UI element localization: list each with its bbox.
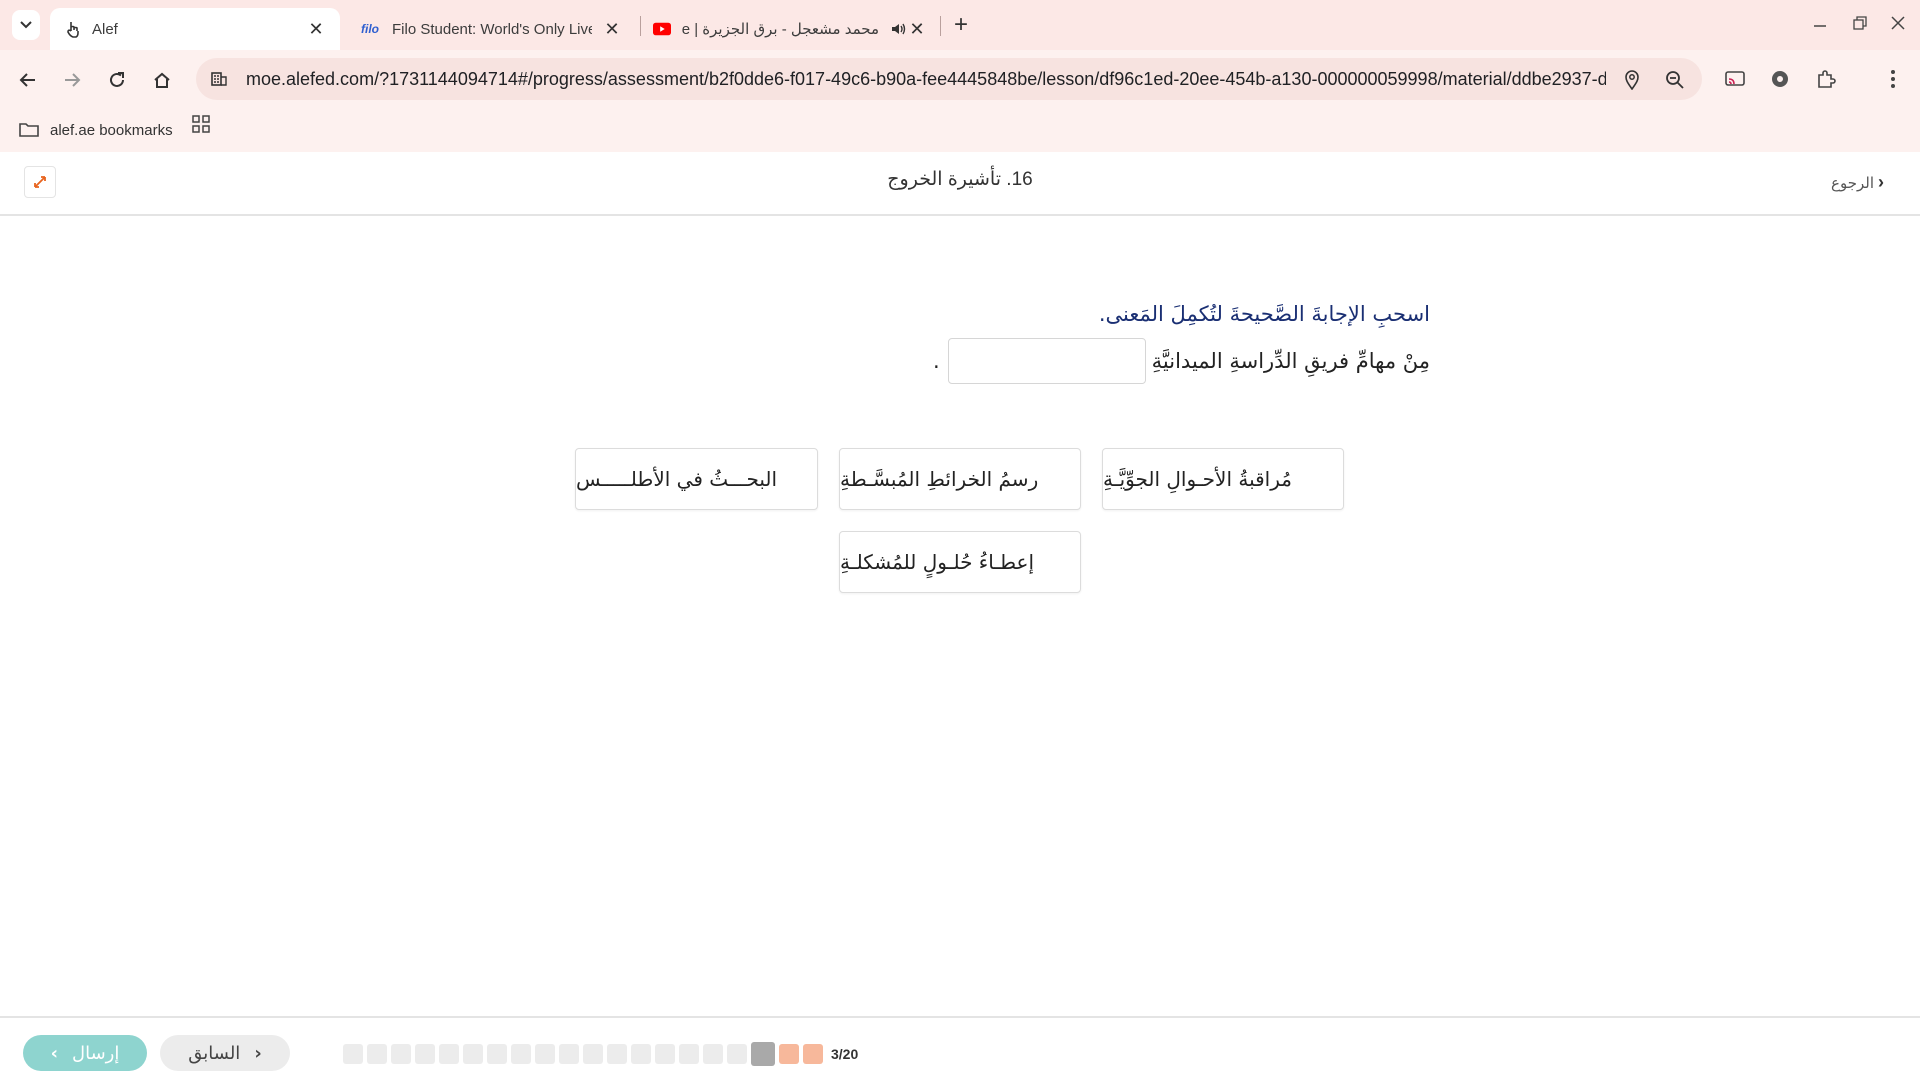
tab-title: Alef — [92, 20, 118, 38]
progress-step-16[interactable] — [439, 1044, 459, 1064]
back-arrow-icon[interactable] — [12, 64, 44, 96]
restore-icon[interactable] — [1840, 8, 1880, 38]
previous-button[interactable]: السابق › — [160, 1035, 290, 1071]
question-instruction: اسحبِ الإجابةَ الصَّحيحةَ لتُكمِلَ المَع… — [1098, 302, 1430, 326]
question-sentence: مِنْ مهامِّ فريقِ الدِّراسةِ الميدانيَّة… — [933, 338, 1430, 384]
tab-separator — [940, 16, 941, 36]
close-icon[interactable]: ✕ — [907, 19, 927, 39]
progress-step-17[interactable] — [415, 1044, 435, 1064]
progress-step-7[interactable] — [655, 1044, 675, 1064]
folder-icon — [19, 123, 39, 137]
progress-step-2[interactable] — [779, 1044, 799, 1064]
chevron-down-icon — [20, 21, 32, 29]
progress-step-11[interactable] — [559, 1044, 579, 1064]
progress-step-8[interactable] — [631, 1044, 651, 1064]
apps-grid-icon[interactable] — [191, 114, 215, 138]
home-icon[interactable] — [146, 64, 178, 96]
prev-label: السابق — [188, 1042, 241, 1064]
tab-alef[interactable]: Alef ✕ — [50, 8, 340, 50]
progress-count: 3/20 — [831, 1046, 859, 1062]
site-info-icon[interactable] — [208, 68, 230, 90]
progress-step-1[interactable] — [803, 1044, 823, 1064]
extensions-icon[interactable] — [1813, 66, 1839, 92]
progress-step-14[interactable] — [487, 1044, 507, 1064]
location-pin-icon[interactable] — [1620, 68, 1644, 92]
progress-step-18[interactable] — [391, 1044, 411, 1064]
answer-option[interactable]: مُراقبةُ الأحـوالِ الجوِّيَّـةِ — [1102, 448, 1344, 510]
bookmark-label: alef.ae bookmarks — [50, 121, 173, 139]
answer-drop-zone[interactable] — [947, 338, 1146, 384]
answer-option[interactable]: إعطـاءُ حُلـولٍ للمُشكلـةِ — [839, 531, 1081, 593]
reload-icon[interactable] — [101, 64, 133, 96]
submit-label: إرسال — [72, 1042, 120, 1064]
touch-icon — [64, 20, 82, 38]
tab-filo[interactable]: filo Filo Student: World's Only Live I ✕ — [350, 8, 630, 50]
progress-step-5[interactable] — [703, 1044, 723, 1064]
browser-toolbar: moe.alefed.com/?1731144094714#/progress/… — [0, 50, 1920, 108]
progress-step-12[interactable] — [535, 1044, 555, 1064]
tab-title: Filo Student: World's Only Live I — [392, 20, 592, 38]
progress-step-6[interactable] — [679, 1044, 699, 1064]
question-progress: 3/20 — [343, 1042, 859, 1066]
tab-strip: Alef ✕ filo Filo Student: World's Only L… — [0, 0, 1920, 50]
minimize-icon[interactable] — [1800, 8, 1840, 38]
answer-option[interactable]: البحـــثُ في الأطلـــــس — [575, 448, 818, 510]
progress-step-10[interactable] — [583, 1044, 603, 1064]
progress-step-15[interactable] — [463, 1044, 483, 1064]
chevron-left-icon: ‹ — [1878, 172, 1884, 192]
sentence-end: . — [932, 349, 940, 373]
bookmark-folder[interactable]: alef.ae bookmarks — [18, 116, 173, 144]
close-icon[interactable]: ✕ — [602, 19, 622, 39]
cast-icon[interactable] — [1722, 66, 1748, 92]
chevron-left-icon: ‹ — [50, 1042, 59, 1064]
back-label: الرجوع — [1831, 174, 1874, 192]
filo-icon: filo — [361, 22, 379, 36]
lesson-page: 16. تأشيرة الخروج ‹ الرجوع اسحبِ الإجابة… — [0, 152, 1920, 1080]
submit-button[interactable]: ‹ إرسال — [23, 1035, 147, 1071]
youtube-icon — [653, 20, 671, 38]
sentence-text: مِنْ مهامِّ فريقِ الدِّراسةِ الميدانيَّة… — [1151, 349, 1430, 373]
page-title: 16. تأشيرة الخروج — [887, 169, 1033, 190]
menu-dots-icon[interactable] — [1880, 66, 1906, 92]
answer-option[interactable]: رسمُ الخرائطِ المُبسَّـطةِ — [839, 448, 1081, 510]
speaker-icon[interactable] — [889, 20, 907, 38]
progress-step-9[interactable] — [607, 1044, 627, 1064]
tab-youtube[interactable]: محمد مشعجل - برق الجزيرة | e ✕ — [645, 8, 935, 50]
address-bar[interactable]: moe.alefed.com/?1731144094714#/progress/… — [196, 58, 1702, 100]
close-icon[interactable]: ✕ — [306, 19, 326, 39]
url-text: moe.alefed.com/?1731144094714#/progress/… — [246, 68, 1606, 89]
progress-step-20[interactable] — [343, 1044, 363, 1064]
progress-step-13[interactable] — [511, 1044, 531, 1064]
chevron-right-icon: › — [254, 1042, 262, 1064]
window-close-icon[interactable] — [1878, 8, 1918, 38]
tab-search-button[interactable] — [12, 10, 40, 40]
lesson-footer: ‹ إرسال السابق › 3/20 — [0, 1016, 1920, 1080]
zoom-icon[interactable] — [1663, 68, 1687, 92]
progress-step-4[interactable] — [727, 1044, 747, 1064]
forward-arrow-icon[interactable] — [56, 64, 88, 96]
lesson-header: 16. تأشيرة الخروج ‹ الرجوع — [0, 152, 1920, 216]
back-link[interactable]: ‹ الرجوع — [1831, 172, 1884, 193]
progress-step-19[interactable] — [367, 1044, 387, 1064]
bookmarks-bar: alef.ae bookmarks — [0, 108, 1920, 152]
extension-puzzle-circle-icon[interactable] — [1767, 66, 1793, 92]
tab-title: محمد مشعجل - برق الجزيرة | e — [681, 21, 879, 38]
tab-separator — [640, 16, 641, 36]
progress-step-3[interactable] — [751, 1042, 775, 1066]
new-tab-button[interactable]: + — [948, 11, 974, 38]
